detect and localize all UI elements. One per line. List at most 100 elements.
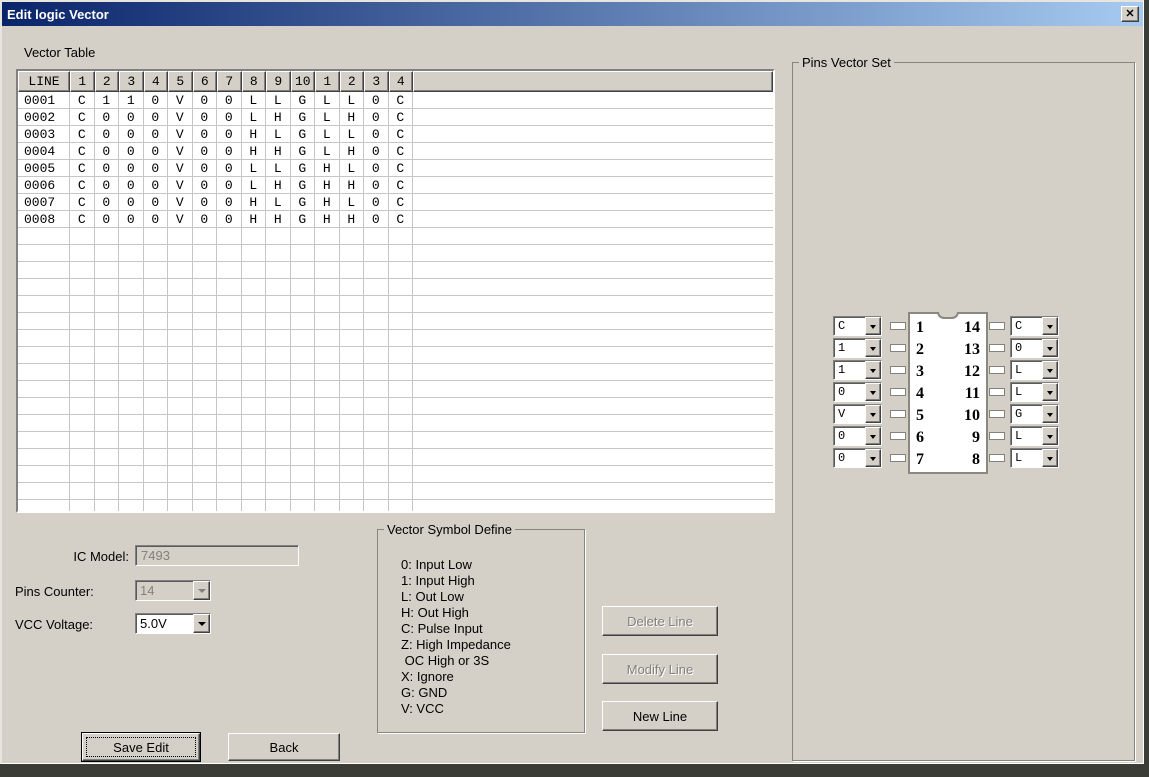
empty-cell[interactable] (266, 364, 291, 381)
vector-cell[interactable]: 0 (217, 109, 242, 126)
column-header[interactable]: 4 (144, 71, 169, 92)
empty-cell[interactable] (242, 398, 267, 415)
column-header[interactable]: 1 (315, 71, 340, 92)
empty-cell[interactable] (389, 449, 414, 466)
vector-cell[interactable]: C (389, 109, 414, 126)
new-line-button[interactable]: New Line (602, 701, 718, 731)
column-header[interactable]: 3 (119, 71, 144, 92)
empty-cell[interactable] (242, 245, 267, 262)
empty-cell[interactable] (242, 313, 267, 330)
empty-cell[interactable] (70, 483, 95, 500)
vector-cell[interactable]: 0 (217, 143, 242, 160)
empty-cell[interactable] (340, 364, 365, 381)
empty-cell[interactable] (18, 296, 70, 313)
empty-cell[interactable] (291, 262, 316, 279)
empty-cell[interactable] (193, 330, 218, 347)
empty-row[interactable] (18, 313, 773, 330)
empty-cell[interactable] (144, 279, 169, 296)
empty-cell[interactable] (18, 262, 70, 279)
empty-cell[interactable] (193, 398, 218, 415)
empty-cell[interactable] (18, 279, 70, 296)
empty-cell[interactable] (315, 313, 340, 330)
empty-cell[interactable] (144, 313, 169, 330)
vector-cell[interactable]: 0 (95, 109, 120, 126)
empty-cell[interactable] (340, 415, 365, 432)
empty-cell[interactable] (340, 279, 365, 296)
vector-cell[interactable]: 0 (119, 211, 144, 228)
empty-cell[interactable] (389, 228, 414, 245)
empty-cell[interactable] (340, 262, 365, 279)
column-header[interactable]: 4 (389, 71, 414, 92)
empty-cell[interactable] (364, 432, 389, 449)
vector-table[interactable]: LINE123456789101234 0001C110V00LLGLL0C00… (16, 69, 775, 513)
empty-cell[interactable] (242, 228, 267, 245)
empty-cell[interactable] (266, 415, 291, 432)
vector-cell[interactable]: 0 (364, 194, 389, 211)
vector-cell[interactable]: V (168, 143, 193, 160)
empty-cell[interactable] (18, 347, 70, 364)
vector-cell[interactable]: H (266, 177, 291, 194)
pin-select[interactable]: C (833, 316, 882, 336)
vector-cell[interactable]: L (340, 194, 365, 211)
line-number-cell[interactable]: 0004 (18, 143, 70, 160)
empty-cell[interactable] (291, 432, 316, 449)
empty-cell[interactable] (193, 415, 218, 432)
back-button[interactable]: Back (228, 733, 340, 761)
empty-cell[interactable] (291, 330, 316, 347)
vector-cell[interactable]: H (340, 109, 365, 126)
vector-cell[interactable]: 0 (364, 160, 389, 177)
empty-cell[interactable] (119, 245, 144, 262)
vector-cell[interactable]: 0 (144, 92, 169, 109)
vector-cell[interactable]: 1 (95, 92, 120, 109)
vector-cell[interactable]: G (291, 143, 316, 160)
column-header[interactable]: 1 (70, 71, 95, 92)
empty-cell[interactable] (193, 449, 218, 466)
vector-cell[interactable]: H (266, 143, 291, 160)
empty-cell[interactable] (193, 432, 218, 449)
empty-cell[interactable] (340, 398, 365, 415)
empty-cell[interactable] (340, 500, 365, 513)
vector-cell[interactable]: C (70, 194, 95, 211)
empty-cell[interactable] (315, 279, 340, 296)
empty-cell[interactable] (18, 500, 70, 513)
empty-cell[interactable] (168, 432, 193, 449)
empty-cell[interactable] (70, 432, 95, 449)
empty-cell[interactable] (364, 279, 389, 296)
empty-cell[interactable] (217, 415, 242, 432)
empty-cell[interactable] (70, 296, 95, 313)
empty-cell[interactable] (389, 279, 414, 296)
empty-cell[interactable] (315, 381, 340, 398)
empty-cell[interactable] (315, 330, 340, 347)
vector-cell[interactable]: V (168, 109, 193, 126)
vector-cell[interactable]: H (315, 177, 340, 194)
empty-cell[interactable] (119, 415, 144, 432)
empty-cell[interactable] (217, 398, 242, 415)
empty-cell[interactable] (389, 398, 414, 415)
vector-cell[interactable]: 0 (144, 160, 169, 177)
column-header[interactable]: 7 (217, 71, 242, 92)
empty-cell[interactable] (242, 415, 267, 432)
vector-cell[interactable]: H (340, 211, 365, 228)
empty-cell[interactable] (315, 432, 340, 449)
pin-select-dropdown-button[interactable] (865, 317, 881, 335)
vector-cell[interactable]: C (389, 160, 414, 177)
empty-cell[interactable] (315, 364, 340, 381)
empty-cell[interactable] (242, 347, 267, 364)
empty-cell[interactable] (242, 279, 267, 296)
vector-cell[interactable]: V (168, 160, 193, 177)
empty-cell[interactable] (315, 262, 340, 279)
empty-cell[interactable] (364, 449, 389, 466)
empty-cell[interactable] (389, 466, 414, 483)
vector-cell[interactable]: G (291, 126, 316, 143)
empty-cell[interactable] (266, 347, 291, 364)
vector-cell[interactable]: C (70, 143, 95, 160)
vector-cell[interactable]: C (389, 211, 414, 228)
vector-cell[interactable]: L (242, 109, 267, 126)
empty-cell[interactable] (291, 245, 316, 262)
vector-cell[interactable]: C (389, 143, 414, 160)
pin-select[interactable]: 1 (833, 360, 882, 380)
empty-cell[interactable] (217, 483, 242, 500)
vector-cell[interactable]: 0 (217, 92, 242, 109)
empty-row[interactable] (18, 381, 773, 398)
empty-cell[interactable] (315, 415, 340, 432)
